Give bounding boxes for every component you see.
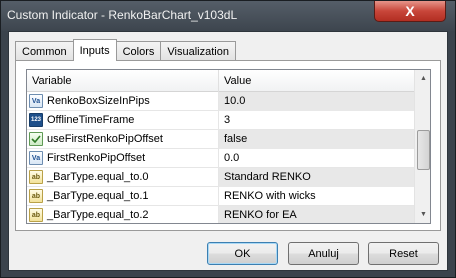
inputs-grid: Variable Value Va RenkoBoxSizeInPips 10.…	[26, 69, 431, 224]
value-text: Standard RENKO	[224, 171, 311, 183]
table-row[interactable]: useFirstRenkoPipOffset false	[27, 129, 414, 149]
dialog-window: Custom Indicator - RenkoBarChart_v103dL …	[0, 0, 456, 278]
value-cell[interactable]: RENKO for EA	[219, 205, 414, 223]
integer-type-icon: 123	[29, 113, 43, 127]
string-type-icon: ab	[29, 170, 43, 184]
column-header-variable[interactable]: Variable	[27, 70, 219, 92]
variable-name: _BarType.equal_to.2	[47, 209, 149, 221]
variable-cell: ab _BarType.equal_to.2	[27, 205, 219, 223]
scroll-up-arrow-icon[interactable]: ▲	[415, 70, 430, 87]
variable-cell: ab _BarType.equal_to.0	[27, 167, 219, 187]
value-cell[interactable]: 10.0	[219, 92, 414, 111]
inputs-tab-panel: Variable Value Va RenkoBoxSizeInPips 10.…	[15, 60, 441, 231]
close-button[interactable]: X	[374, 1, 446, 22]
grid-rows: Va RenkoBoxSizeInPips 10.0 123 OfflineTi…	[27, 92, 414, 223]
tab-inputs[interactable]: Inputs	[72, 39, 117, 61]
variable-cell: useFirstRenkoPipOffset	[27, 129, 219, 149]
value-text: 10.0	[224, 95, 246, 107]
scroll-down-arrow-icon[interactable]: ▼	[415, 206, 430, 223]
boolean-check-glyph	[31, 135, 41, 143]
tab-strip: Common Inputs Colors Visualization	[15, 39, 236, 61]
dialog-client-area: Common Inputs Colors Visualization Varia…	[8, 31, 448, 271]
table-row[interactable]: ab _BarType.equal_to.2 RENKO for EA	[27, 205, 414, 223]
cancel-button[interactable]: Anuluj	[288, 242, 359, 265]
window-title: Custom Indicator - RenkoBarChart_v103dL	[7, 8, 238, 22]
title-bar[interactable]: Custom Indicator - RenkoBarChart_v103dL …	[1, 1, 455, 31]
variable-cell: 123 OfflineTimeFrame	[27, 110, 219, 130]
variable-name: FirstRenkoPipOffset	[47, 152, 146, 164]
double-type-icon: Va	[29, 151, 43, 165]
value-cell[interactable]: Standard RENKO	[219, 167, 414, 187]
boolean-type-icon	[29, 132, 43, 146]
value-cell[interactable]: 0.0	[219, 149, 414, 168]
variable-cell: Va FirstRenkoPipOffset	[27, 148, 219, 168]
variable-cell: ab _BarType.equal_to.1	[27, 186, 219, 206]
scrollbar-thumb[interactable]	[417, 130, 430, 170]
variable-name: RenkoBoxSizeInPips	[47, 95, 150, 107]
table-row[interactable]: Va FirstRenkoPipOffset 0.0	[27, 148, 414, 168]
variable-cell: Va RenkoBoxSizeInPips	[27, 92, 219, 111]
value-text: RENKO with wicks	[224, 190, 316, 202]
value-text: 3	[224, 114, 231, 126]
table-row[interactable]: ab _BarType.equal_to.1 RENKO with wicks	[27, 186, 414, 206]
double-type-icon: Va	[29, 94, 43, 108]
value-cell[interactable]: RENKO with wicks	[219, 187, 414, 206]
value-cell[interactable]: 3	[219, 111, 414, 130]
table-row[interactable]: ab _BarType.equal_to.0 Standard RENKO	[27, 167, 414, 187]
table-row[interactable]: 123 OfflineTimeFrame 3	[27, 110, 414, 130]
table-row[interactable]: Va RenkoBoxSizeInPips 10.0	[27, 92, 414, 111]
vertical-scrollbar[interactable]: ▲ ▼	[414, 70, 430, 223]
variable-name: _BarType.equal_to.1	[47, 190, 149, 202]
variable-name: _BarType.equal_to.0	[47, 171, 149, 183]
ok-button[interactable]: OK	[207, 242, 278, 265]
variable-name: OfflineTimeFrame	[47, 114, 135, 126]
grid-header: Variable Value	[27, 70, 414, 92]
value-text: false	[224, 133, 248, 145]
close-icon: X	[405, 3, 415, 19]
string-type-icon: ab	[29, 208, 43, 222]
reset-button[interactable]: Reset	[368, 242, 439, 265]
value-text: RENKO for EA	[224, 209, 297, 221]
tab-common[interactable]: Common	[15, 41, 74, 61]
value-text: 0.0	[224, 152, 240, 164]
string-type-icon: ab	[29, 189, 43, 203]
column-header-value[interactable]: Value	[219, 70, 414, 92]
tab-visualization[interactable]: Visualization	[160, 41, 236, 61]
tab-colors[interactable]: Colors	[115, 41, 162, 61]
value-cell[interactable]: false	[219, 129, 414, 149]
variable-name: useFirstRenkoPipOffset	[47, 133, 163, 145]
